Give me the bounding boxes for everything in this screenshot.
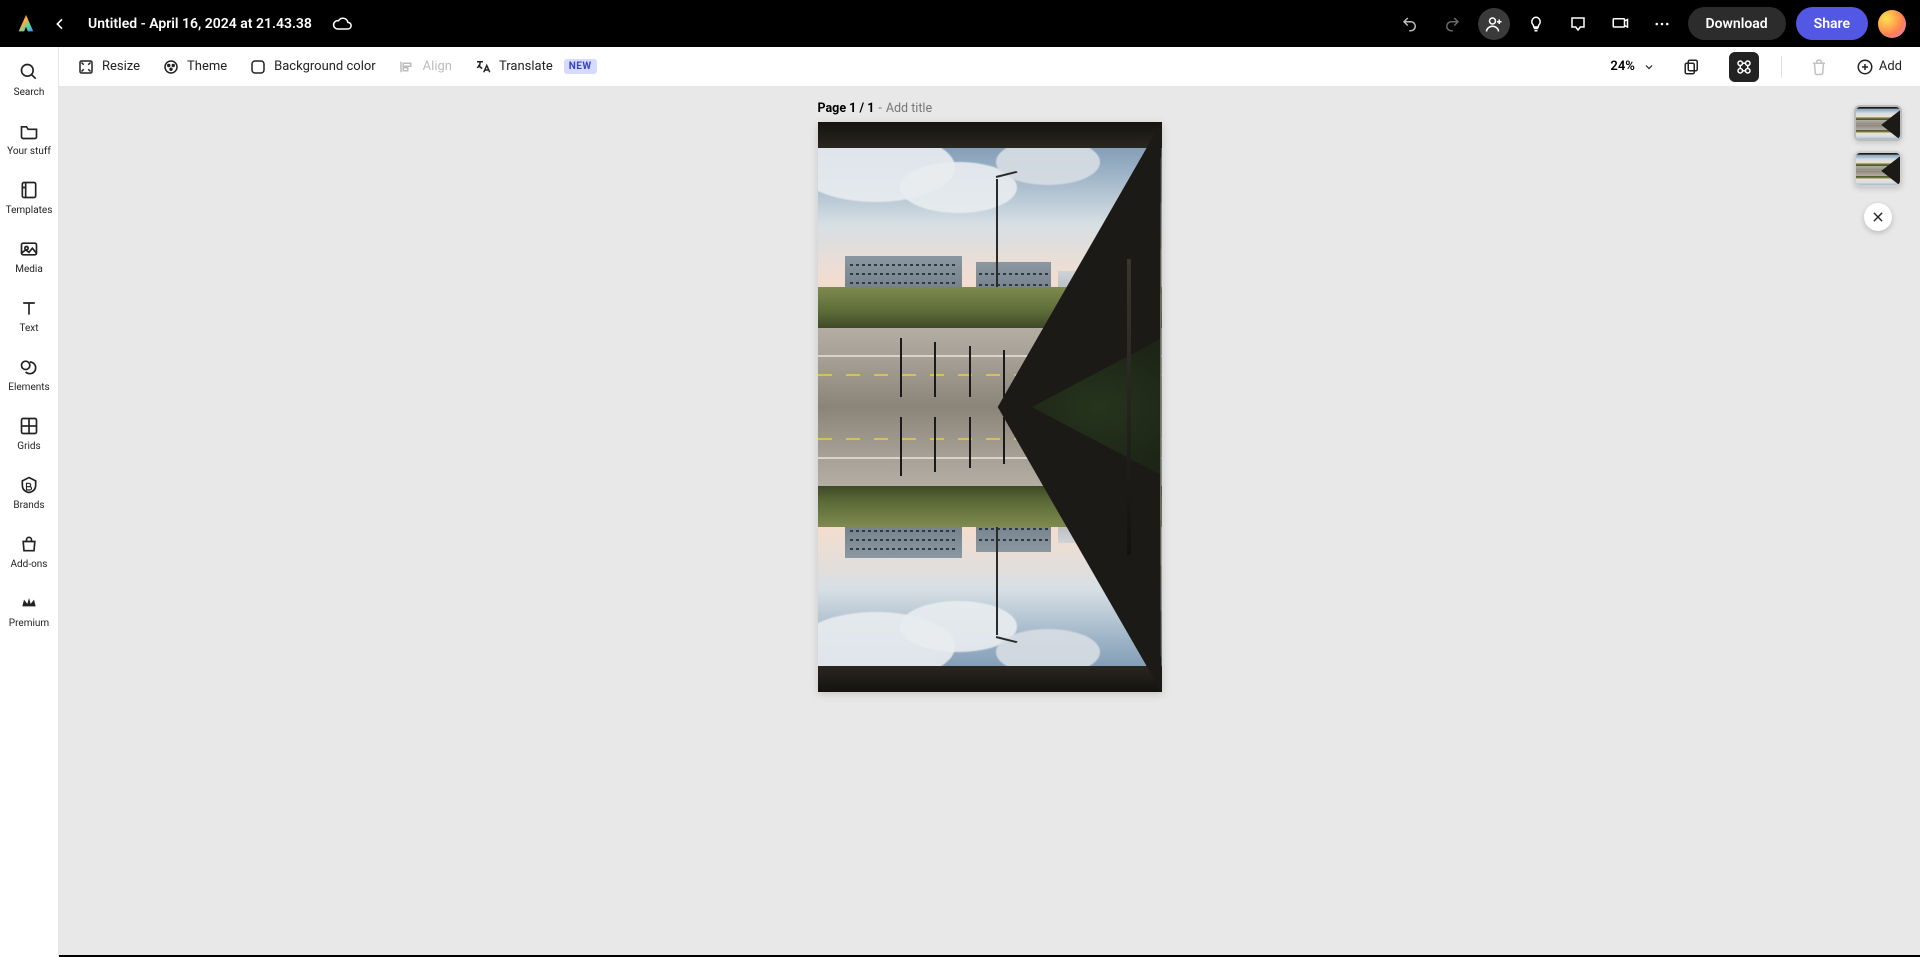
more-icon[interactable]	[1646, 8, 1678, 40]
theme-button[interactable]: Theme	[162, 58, 227, 76]
cloud-sync-icon[interactable]	[332, 14, 352, 34]
undo-button[interactable]	[1394, 8, 1426, 40]
resize-button[interactable]: Resize	[77, 58, 140, 76]
canvas-area[interactable]: Page 1 / 1 - Add title	[59, 87, 1920, 957]
close-thumbnails-button[interactable]	[1864, 203, 1892, 231]
toolbar-divider	[1781, 56, 1782, 78]
lightbulb-icon[interactable]	[1520, 8, 1552, 40]
left-sidebar: Search Your stuff Templates Media Text E…	[0, 47, 59, 957]
share-label: Share	[1814, 16, 1850, 32]
main-column: Resize Theme Background color Align Tran…	[59, 47, 1920, 957]
document-title[interactable]: Untitled - April 16, 2024 at 21.43.38	[88, 16, 312, 32]
new-badge: NEW	[564, 59, 597, 74]
comment-icon[interactable]	[1562, 8, 1594, 40]
sidebar-item-grids[interactable]: Grids	[0, 411, 58, 456]
add-page-button[interactable]: Add	[1856, 58, 1902, 76]
sidebar-label: Templates	[6, 205, 53, 216]
sidebar-item-elements[interactable]: Elements	[0, 352, 58, 397]
bgcolor-label: Background color	[274, 59, 376, 74]
folder-icon	[18, 120, 40, 142]
download-label: Download	[1706, 16, 1768, 32]
redo-button[interactable]	[1436, 8, 1468, 40]
download-button[interactable]: Download	[1688, 7, 1786, 40]
user-avatar[interactable]	[1878, 10, 1906, 38]
page-wrap: Page 1 / 1 - Add title	[818, 101, 1162, 692]
floating-thumbnails	[1854, 105, 1902, 231]
sidebar-label: Search	[14, 87, 45, 98]
sidebar-item-premium[interactable]: Premium	[0, 588, 58, 633]
media-icon	[18, 238, 40, 260]
resize-label: Resize	[102, 59, 140, 74]
sidebar-item-search[interactable]: Search	[0, 57, 58, 102]
sidebar-item-brands[interactable]: Brands	[0, 470, 58, 515]
sidebar-label: Your stuff	[7, 146, 51, 157]
bgcolor-icon	[249, 58, 267, 76]
sidebar-label: Premium	[9, 618, 49, 629]
page-frame[interactable]	[818, 122, 1162, 692]
zoom-value: 24%	[1610, 59, 1634, 74]
sidebar-item-addons[interactable]: Add-ons	[0, 529, 58, 574]
present-icon[interactable]	[1604, 8, 1636, 40]
align-label: Align	[423, 59, 452, 74]
sidebar-item-templates[interactable]: Templates	[0, 175, 58, 220]
sidebar-item-text[interactable]: Text	[0, 293, 58, 338]
thumbnail-1[interactable]	[1854, 105, 1902, 141]
page-title-placeholder[interactable]: Add title	[886, 101, 932, 116]
sidebar-label: Grids	[17, 441, 40, 452]
translate-label: Translate	[499, 59, 553, 74]
search-icon	[18, 61, 40, 83]
sidebar-item-your-stuff[interactable]: Your stuff	[0, 116, 58, 161]
templates-icon	[18, 179, 40, 201]
translate-button[interactable]: Translate NEW	[474, 58, 597, 76]
premium-icon	[18, 592, 40, 614]
elements-icon	[18, 356, 40, 378]
thumbnail-2[interactable]	[1854, 151, 1902, 187]
sidebar-label: Add-ons	[11, 559, 48, 570]
invite-button[interactable]	[1478, 8, 1510, 40]
zoom-dropdown[interactable]: 24%	[1610, 59, 1654, 74]
context-toolbar: Resize Theme Background color Align Tran…	[59, 47, 1920, 87]
sidebar-label: Elements	[8, 382, 49, 393]
top-bar: Untitled - April 16, 2024 at 21.43.38 Do…	[0, 0, 1920, 47]
layers-button[interactable]	[1729, 52, 1759, 82]
chevron-down-icon	[1643, 61, 1655, 73]
page-number: Page 1 / 1	[818, 101, 875, 116]
sidebar-label: Brands	[13, 500, 44, 511]
sidebar-label: Media	[15, 264, 43, 275]
canvas-image[interactable]	[818, 122, 1162, 692]
grids-icon	[18, 415, 40, 437]
plus-circle-icon	[1856, 58, 1874, 76]
translate-icon	[474, 58, 492, 76]
sidebar-item-media[interactable]: Media	[0, 234, 58, 279]
add-label: Add	[1879, 59, 1902, 74]
close-icon	[1871, 210, 1885, 224]
app-logo[interactable]	[14, 12, 38, 36]
align-button: Align	[398, 58, 452, 76]
resize-icon	[77, 58, 95, 76]
theme-icon	[162, 58, 180, 76]
back-button[interactable]	[48, 12, 72, 36]
theme-label: Theme	[187, 59, 227, 74]
bgcolor-button[interactable]: Background color	[249, 58, 376, 76]
delete-page-button	[1804, 52, 1834, 82]
brands-icon	[18, 474, 40, 496]
page-label[interactable]: Page 1 / 1 - Add title	[818, 101, 1162, 116]
duplicate-page-button[interactable]	[1677, 52, 1707, 82]
text-icon	[18, 297, 40, 319]
page-sep: -	[878, 101, 881, 116]
align-icon	[398, 58, 416, 76]
share-button[interactable]: Share	[1796, 7, 1868, 40]
addons-icon	[18, 533, 40, 555]
topbar-actions: Download Share	[1394, 7, 1907, 40]
sidebar-label: Text	[19, 323, 38, 334]
